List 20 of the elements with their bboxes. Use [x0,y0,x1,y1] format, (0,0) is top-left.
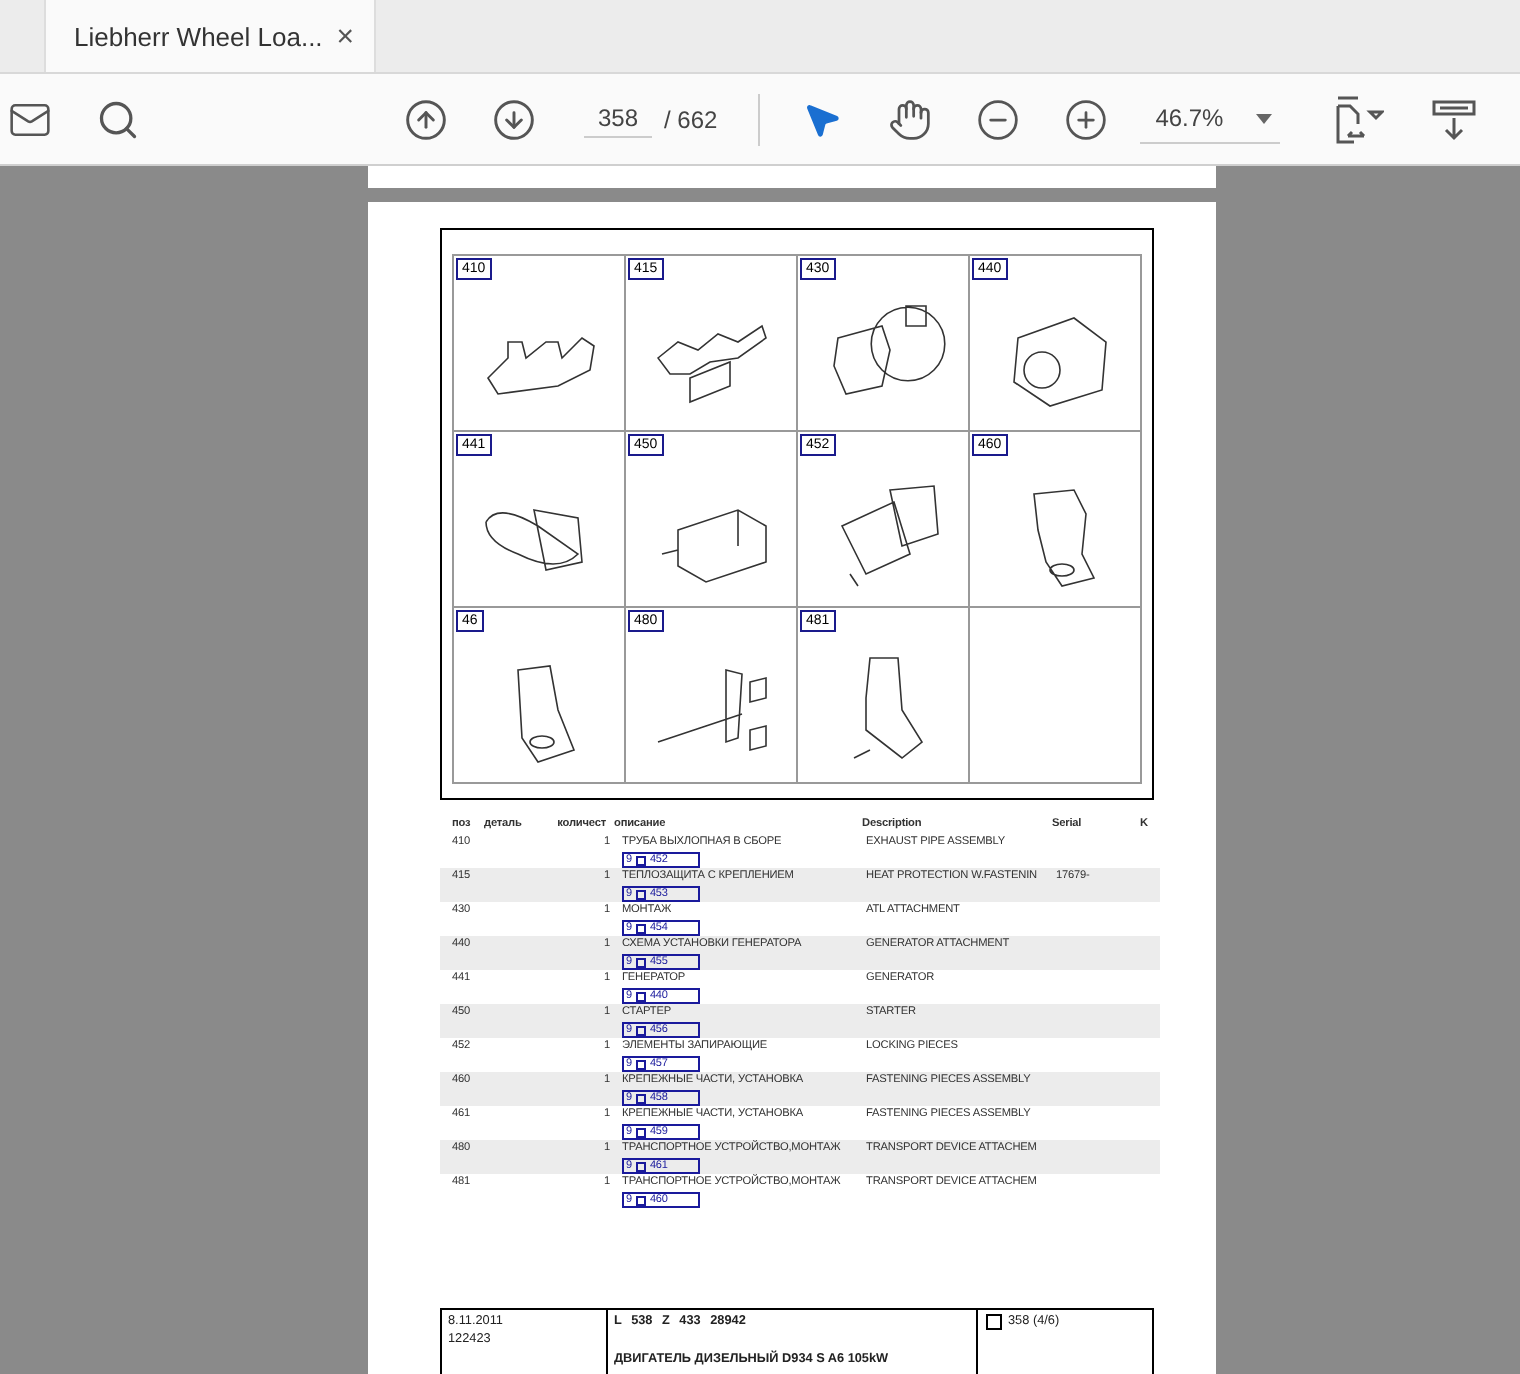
fit-page-icon[interactable] [1331,93,1384,145]
part-drawing [655,323,766,403]
part-drawing [516,664,574,762]
close-tab-button[interactable]: × [332,19,358,53]
checkbox-icon [986,1314,1002,1330]
part-drawing [660,508,766,582]
part-drawing [484,508,582,570]
tab-title: Liebherr Wheel Loa... [74,21,323,51]
part-drawing [656,668,766,750]
part-drawing [1032,488,1094,586]
part-drawing [832,304,945,394]
part-drawing [840,484,938,586]
page-number-field[interactable]: 358 [584,100,652,138]
part-drawing [486,335,594,394]
part-drawing [1012,316,1106,406]
document-tab[interactable]: Liebherr Wheel Loa... × [44,0,376,72]
part-drawing [852,656,923,758]
page-count: / 662 [664,105,718,133]
caret-icon [1255,113,1272,123]
zoom-dropdown[interactable]: 46.7% [1139,95,1280,143]
